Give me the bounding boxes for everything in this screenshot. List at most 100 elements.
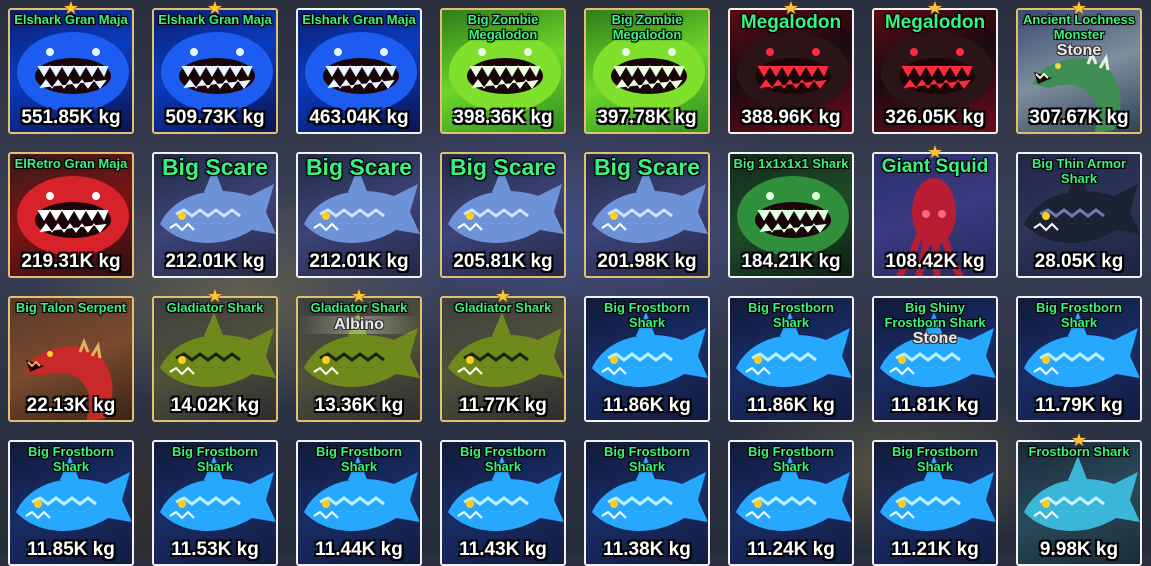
fish-weight: 201.98K kg: [597, 251, 697, 272]
fish-card[interactable]: Big Frostborn Shark 11.43K kg: [440, 440, 566, 566]
mutation-label: Albino: [298, 316, 420, 334]
fish-weight: 212.01K kg: [165, 251, 265, 272]
fish-card[interactable]: Big Zombie Megalodon 397.78K kg: [584, 8, 710, 134]
fish-weight: 212.01K kg: [309, 251, 409, 272]
fish-weight: 463.04K kg: [309, 107, 409, 128]
fish-card[interactable]: Big Frostborn Shark 11.86K kg: [728, 296, 854, 422]
fish-card[interactable]: Big Frostborn Shark 11.85K kg: [8, 440, 134, 566]
fish-weight: 11.44K kg: [315, 539, 403, 560]
fish-weight: 14.02K kg: [170, 395, 260, 416]
fish-card[interactable]: Big Talon Serpent 22.13K kg: [8, 296, 134, 422]
fish-weight: 388.96K kg: [741, 107, 841, 128]
fish-weight: 11.24K kg: [747, 539, 835, 560]
fish-card[interactable]: Big Frostborn Shark 11.53K kg: [152, 440, 278, 566]
fish-weight: 22.13K kg: [26, 395, 116, 416]
fish-weight: 11.79K kg: [1035, 395, 1123, 416]
favorite-star-icon: ★: [782, 0, 800, 18]
favorite-star-icon: ★: [1070, 0, 1088, 18]
favorite-star-icon: ★: [206, 0, 224, 18]
fish-weight: 11.81K kg: [891, 395, 979, 416]
fish-weight: 551.85K kg: [21, 107, 121, 128]
fish-card[interactable]: Big Shiny Frostborn Shark Stone 11.81K kg: [872, 296, 998, 422]
fish-card[interactable]: Big Thin Armor Shark 28.05K kg: [1016, 152, 1142, 278]
fish-card[interactable]: Big Scare 212.01K kg: [296, 152, 422, 278]
fish-name: Big Frostborn Shark: [892, 444, 978, 474]
fish-card[interactable]: Big Frostborn Shark 11.79K kg: [1016, 296, 1142, 422]
fish-card[interactable]: Big Zombie Megalodon 398.36K kg: [440, 8, 566, 134]
fish-name: Big Scare: [161, 154, 269, 180]
fish-name: Big Zombie Megalodon: [467, 12, 539, 42]
favorite-star-icon: ★: [206, 286, 224, 306]
fish-weight: 307.67K kg: [1029, 107, 1129, 128]
fish-card[interactable]: Giant Squid 108.42K kg: [872, 152, 998, 278]
fish-card[interactable]: Elshark Gran Maja 509.73K kg: [152, 8, 278, 134]
fish-weight: 9.98K kg: [1039, 539, 1119, 560]
fish-name: Big 1x1x1x1 Shark: [733, 156, 849, 171]
fish-name: Big Frostborn Shark: [604, 444, 690, 474]
favorite-star-icon: ★: [494, 286, 512, 306]
fish-card[interactable]: Big Scare 201.98K kg: [584, 152, 710, 278]
fish-weight: 219.31K kg: [21, 251, 121, 272]
fish-name: Elshark Gran Maja: [302, 12, 416, 27]
fish-card[interactable]: ElRetro Gran Maja 219.31K kg: [8, 152, 134, 278]
fish-name: Big Frostborn Shark: [1036, 300, 1122, 330]
favorite-star-icon: ★: [926, 0, 944, 18]
fish-weight: 11.85K kg: [27, 539, 115, 560]
fish-name: ElRetro Gran Maja: [14, 156, 128, 171]
fish-name: Big Frostborn Shark: [748, 300, 834, 330]
mutation-label: Stone: [912, 330, 958, 347]
favorite-star-icon: ★: [62, 0, 80, 18]
fish-name: Big Shiny Frostborn Shark: [884, 300, 986, 330]
fish-weight: 326.05K kg: [885, 107, 985, 128]
fish-card[interactable]: Elshark Gran Maja 463.04K kg: [296, 8, 422, 134]
favorite-star-icon: ★: [926, 142, 944, 162]
fish-name: Big Scare: [449, 154, 557, 180]
fish-weight: 11.77K kg: [459, 395, 547, 416]
fish-name: Big Frostborn Shark: [316, 444, 402, 474]
fish-card[interactable]: Big Frostborn Shark 11.86K kg: [584, 296, 710, 422]
fish-weight: 11.38K kg: [603, 539, 691, 560]
fish-card[interactable]: Big Frostborn Shark 11.38K kg: [584, 440, 710, 566]
fish-card[interactable]: Big Scare 205.81K kg: [440, 152, 566, 278]
fish-name: Big Thin Armor Shark: [1031, 156, 1127, 186]
fish-name: Big Talon Serpent: [15, 300, 127, 315]
fish-name: Big Frostborn Shark: [460, 444, 546, 474]
fish-weight: 205.81K kg: [453, 251, 553, 272]
fish-weight: 11.53K kg: [171, 539, 259, 560]
fish-card[interactable]: Megalodon 388.96K kg: [728, 8, 854, 134]
fish-card[interactable]: Megalodon 326.05K kg: [872, 8, 998, 134]
fish-weight: 28.05K kg: [1034, 251, 1124, 272]
fish-weight: 108.42K kg: [885, 251, 985, 272]
fish-card[interactable]: Gladiator Shark 11.77K kg: [440, 296, 566, 422]
fish-name: Big Frostborn Shark: [604, 300, 690, 330]
fish-card[interactable]: Big Frostborn Shark 11.24K kg: [728, 440, 854, 566]
fish-weight: 397.78K kg: [597, 107, 697, 128]
favorite-star-icon: ★: [350, 286, 368, 306]
fish-weight: 11.86K kg: [603, 395, 691, 416]
fish-name: Big Scare: [305, 154, 413, 180]
fish-name: Big Scare: [593, 154, 701, 180]
fish-weight: 509.73K kg: [165, 107, 265, 128]
fish-card[interactable]: Gladiator Shark 14.02K kg: [152, 296, 278, 422]
favorite-star-icon: ★: [1070, 430, 1088, 450]
fish-name: Big Frostborn Shark: [748, 444, 834, 474]
fish-name: Big Frostborn Shark: [172, 444, 258, 474]
fish-card[interactable]: Big Frostborn Shark 11.21K kg: [872, 440, 998, 566]
fish-name: Big Frostborn Shark: [28, 444, 114, 474]
mutation-label: Stone: [1056, 42, 1102, 59]
fish-weight: 11.21K kg: [891, 539, 979, 560]
inventory-grid: Elshark Gran Maja 551.85K kg ★ Elshark Gra…: [0, 0, 1151, 566]
fish-weight: 11.43K kg: [459, 539, 547, 560]
fish-weight: 11.86K kg: [747, 395, 835, 416]
fish-weight: 184.21K kg: [741, 251, 841, 272]
fish-card[interactable]: Gladiator Shark Albino 13.36K kg: [296, 296, 422, 422]
fish-weight: 13.36K kg: [314, 395, 404, 416]
fish-card[interactable]: Elshark Gran Maja 551.85K kg: [8, 8, 134, 134]
fish-weight: 398.36K kg: [453, 107, 553, 128]
fish-card[interactable]: Frostborn Shark 9.98K kg: [1016, 440, 1142, 566]
fish-card[interactable]: Big Scare 212.01K kg: [152, 152, 278, 278]
fish-card[interactable]: Big Frostborn Shark 11.44K kg: [296, 440, 422, 566]
fish-card[interactable]: Ancient Lochness Monster Stone 307.67K kg: [1016, 8, 1142, 134]
fish-name: Big Zombie Megalodon: [611, 12, 683, 42]
fish-card[interactable]: Big 1x1x1x1 Shark 184.21K kg: [728, 152, 854, 278]
